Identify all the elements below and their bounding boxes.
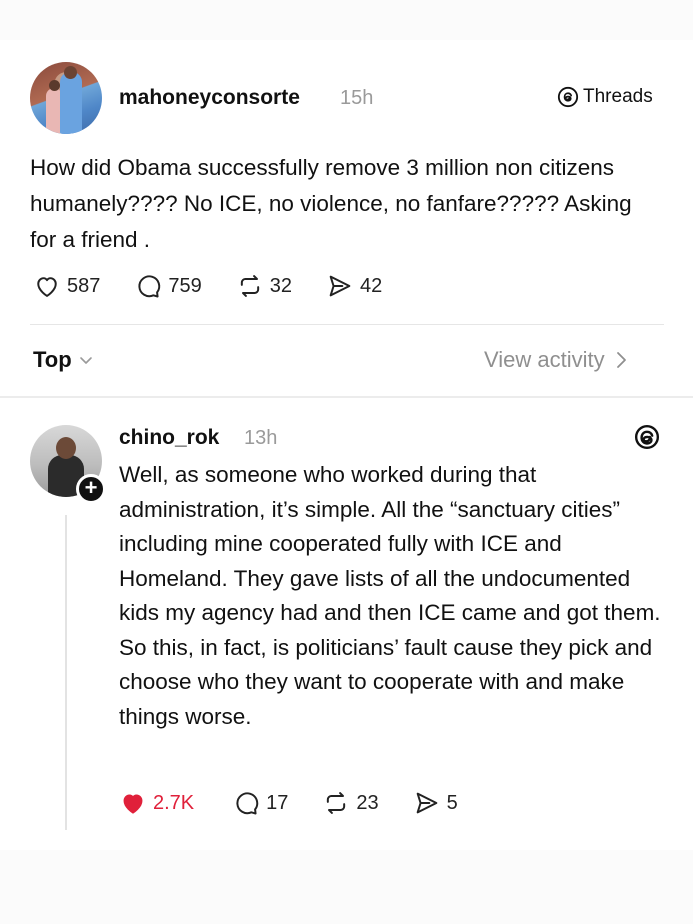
- reply-body: Well, as someone who worked during that …: [119, 462, 661, 729]
- reply-button[interactable]: 759: [134, 272, 202, 300]
- repost-button[interactable]: 32: [236, 272, 292, 300]
- share-count: 42: [360, 274, 383, 297]
- threads-logo-icon: [557, 86, 579, 108]
- reply-button[interactable]: 17: [232, 789, 288, 817]
- like-count: 587: [67, 274, 101, 297]
- divider: [0, 396, 693, 398]
- reply-actions: 2.7K 17 23 5: [119, 789, 492, 817]
- comment-icon: [236, 792, 259, 815]
- comment-icon: [138, 275, 161, 298]
- view-activity-link[interactable]: View activity: [484, 347, 629, 373]
- repost-button[interactable]: 23: [322, 789, 379, 817]
- heart-icon: [37, 277, 57, 297]
- threads-badge-label: Threads: [583, 86, 653, 107]
- share-icon: [416, 792, 437, 814]
- post-timestamp: 15h: [340, 87, 374, 109]
- avatar-figure: [49, 80, 60, 91]
- avatar-figure: [64, 66, 77, 79]
- repost-icon: [240, 275, 259, 297]
- reply-count: 759: [168, 274, 202, 297]
- divider: [30, 324, 664, 325]
- sort-label: Top: [33, 347, 72, 372]
- like-count: 2.7K: [153, 791, 195, 814]
- threads-logo-icon[interactable]: [634, 424, 660, 450]
- share-button[interactable]: 42: [326, 272, 382, 300]
- repost-icon: [327, 792, 346, 814]
- sort-dropdown[interactable]: Top: [33, 347, 94, 373]
- view-activity-label: View activity: [484, 347, 605, 372]
- like-button[interactable]: 587: [33, 272, 100, 300]
- share-button[interactable]: 5: [413, 789, 458, 817]
- chevron-down-icon: [79, 357, 92, 364]
- share-count: 5: [446, 791, 458, 814]
- reply-author-username[interactable]: chino_rok: [119, 426, 219, 450]
- reply-timestamp: 13h: [244, 427, 278, 449]
- follow-plus-icon[interactable]: +: [76, 474, 106, 504]
- avatar-figure: [60, 72, 82, 134]
- post-body: How did Obama successfully remove 3 mill…: [30, 155, 632, 252]
- like-button[interactable]: 2.7K: [119, 789, 194, 817]
- threads-badge[interactable]: Threads: [557, 86, 653, 108]
- thread-line: [65, 515, 67, 830]
- heart-icon: [123, 794, 143, 814]
- repost-count: 23: [356, 791, 379, 814]
- repost-count: 32: [269, 274, 292, 297]
- post-actions: 587 759 32 42: [33, 272, 416, 300]
- avatar-figure: [56, 437, 76, 459]
- reply-count: 17: [266, 791, 289, 814]
- post-author-avatar[interactable]: [30, 62, 102, 134]
- share-icon: [329, 275, 351, 297]
- chevron-right-icon: [616, 352, 626, 368]
- post-author-username[interactable]: mahoneyconsorte: [119, 86, 300, 110]
